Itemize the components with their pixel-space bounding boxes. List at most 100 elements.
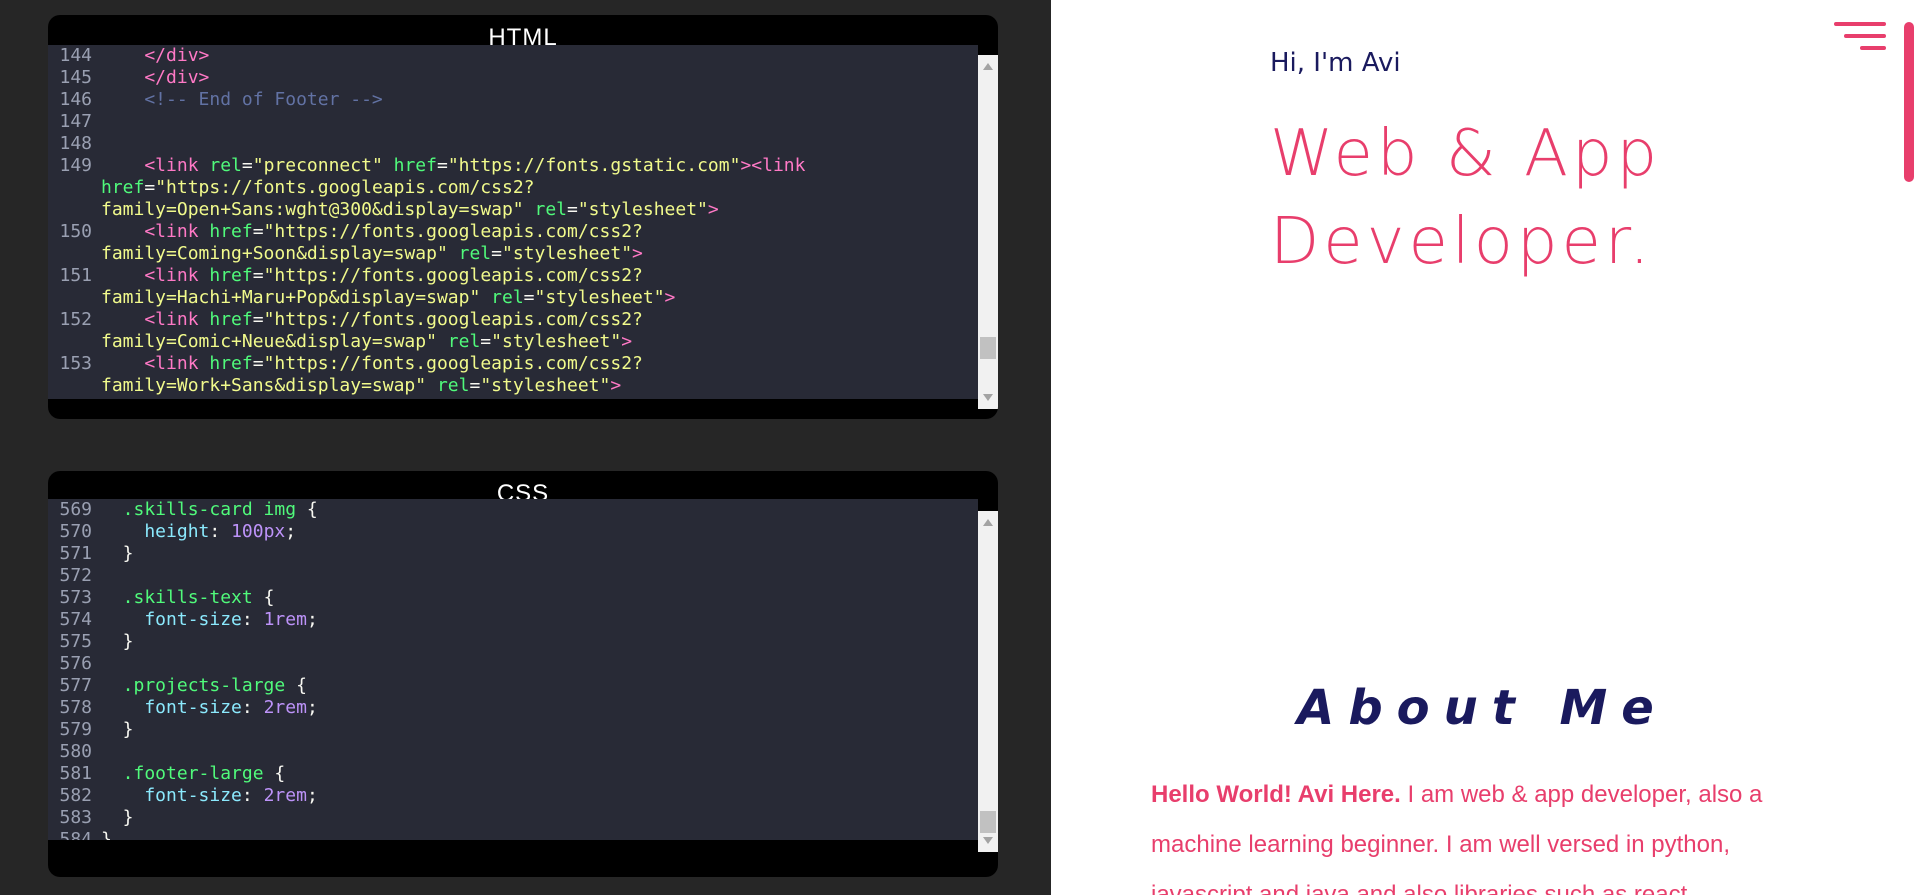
code-token: 2rem: [263, 785, 307, 806]
code-token: font-size: [101, 785, 242, 806]
scroll-thumb[interactable]: [980, 337, 996, 359]
css-code-area[interactable]: 569 .skills-card img {570 height: 100px;…: [48, 499, 978, 840]
line-text: <link href="https://fonts.googleapis.com…: [101, 353, 643, 375]
code-token: =: [567, 199, 578, 220]
line-text: <link rel="preconnect" href="https://fon…: [101, 155, 805, 177]
hero-headline: Web & App Developer.: [1270, 110, 1661, 286]
code-token: "preconnect": [252, 155, 394, 176]
code-line: 582 font-size: 2rem;: [48, 785, 978, 807]
line-text: }: [101, 719, 134, 741]
line-text: }: [101, 807, 134, 829]
code-line: 579 }: [48, 719, 978, 741]
code-token: ;: [306, 609, 318, 630]
css-scrollbar[interactable]: [978, 511, 998, 852]
code-line: 576: [48, 653, 978, 675]
line-text: family=Open+Sans:wght@300&display=swap" …: [101, 199, 719, 221]
code-line: 573 .skills-text {: [48, 587, 978, 609]
line-number: 578: [59, 697, 92, 718]
line-number: 148: [59, 133, 92, 154]
code-token: "https://fonts.googleapis.com/css2?: [263, 353, 643, 374]
html-code-area[interactable]: 144 </div> 145 </div> 146 <!-- End of Foot…: [48, 45, 978, 399]
code-token: >: [707, 199, 719, 220]
code-token: rel: [436, 375, 470, 396]
page-scrollbar[interactable]: [1904, 22, 1914, 182]
code-token: =: [480, 331, 492, 352]
line-number: 150: [59, 221, 92, 242]
line-number: 570: [59, 521, 92, 542]
scroll-down-arrow-icon[interactable]: [983, 837, 993, 844]
editor-area: HTML 144 </div> 145 </div> 146 <!-- End of…: [0, 0, 1051, 895]
line-text: family=Comic+Neue&display=swap" rel="sty…: [101, 331, 632, 353]
code-token: :: [241, 785, 264, 806]
code-token: =: [523, 287, 535, 308]
code-token: =: [491, 243, 502, 264]
code-token: "stylesheet": [577, 199, 708, 220]
hamburger-menu-icon[interactable]: [1830, 22, 1886, 54]
code-token: "https://fonts.googleapis.com/css2?: [263, 265, 643, 286]
line-number: 576: [59, 653, 92, 674]
code-token: =: [252, 309, 264, 330]
code-line: 584}: [48, 829, 978, 840]
code-line: 145 </div>: [48, 67, 978, 89]
line-text: font-size: 1rem;: [101, 609, 318, 631]
code-token: rel: [458, 243, 492, 264]
hero-greeting: Hi, I'm Avi: [1270, 48, 1401, 78]
line-number: 581: [59, 763, 92, 784]
code-line: 570 height: 100px;: [48, 521, 978, 543]
code-token: family=Coming+Soon&display=swap": [101, 243, 459, 264]
code-token: "https://fonts.googleapis.com/css2?: [263, 309, 643, 330]
code-line: 569 .skills-card img {: [48, 499, 978, 521]
code-token: {: [296, 675, 307, 696]
code-token: "stylesheet": [491, 331, 622, 352]
about-bold-intro: Hello World! Avi Here.: [1151, 781, 1401, 808]
scroll-down-arrow-icon[interactable]: [983, 394, 993, 401]
line-number: 582: [59, 785, 92, 806]
line-text: font-size: 2rem;: [101, 785, 318, 807]
code-token: rel: [491, 287, 524, 308]
code-token: }: [101, 829, 112, 840]
line-text: font-size: 2rem;: [101, 697, 317, 719]
code-line: href="https://fonts.googleapis.com/css2?: [48, 177, 978, 199]
scroll-up-arrow-icon[interactable]: [983, 63, 993, 70]
code-token: :: [241, 609, 264, 630]
code-token: rel: [209, 155, 242, 176]
line-number: 145: [59, 67, 92, 88]
code-token: >: [632, 243, 643, 264]
scroll-up-arrow-icon[interactable]: [983, 519, 993, 526]
code-token: }: [101, 543, 134, 564]
code-token: 100px: [231, 521, 286, 542]
code-token: 2rem: [263, 697, 307, 718]
code-line: 146 <!-- End of Footer -->: [48, 89, 978, 111]
code-token: .footer-large: [101, 763, 275, 784]
code-token: =: [469, 375, 481, 396]
code-token: "stylesheet": [534, 287, 665, 308]
html-scrollbar[interactable]: [978, 55, 998, 409]
scroll-thumb[interactable]: [980, 811, 996, 833]
code-token: href: [209, 265, 253, 286]
code-token: <link: [101, 353, 210, 374]
line-text: .skills-card img {: [101, 499, 318, 521]
code-token: family=Comic+Neue&display=swap": [101, 331, 448, 352]
line-text: <!-- End of Footer -->: [101, 89, 383, 111]
about-title: About Me: [1297, 680, 1668, 736]
line-text: .footer-large {: [101, 763, 286, 785]
code-token: ;: [306, 785, 318, 806]
code-line: 571 }: [48, 543, 978, 565]
line-text: href="https://fonts.googleapis.com/css2?: [101, 177, 535, 199]
code-token: =: [252, 265, 264, 286]
line-text: <link href="https://fonts.googleapis.com…: [101, 309, 643, 331]
line-text: family=Coming+Soon&display=swap" rel="st…: [101, 243, 643, 265]
code-token: family=Open+Sans:wght@300&display=swap": [101, 199, 535, 220]
code-token: {: [263, 587, 275, 608]
line-number: 151: [59, 265, 92, 286]
code-token: >: [664, 287, 676, 308]
code-token: <!-- End of Footer -->: [101, 89, 383, 110]
line-text: family=Hachi+Maru+Pop&display=swap" rel=…: [101, 287, 675, 309]
code-token: =: [144, 177, 156, 198]
code-line: 151 <link href="https://fonts.googleapis…: [48, 265, 978, 287]
headline-line-1: Web & App: [1270, 117, 1662, 191]
code-token: "https://fonts.googleapis.com/css2?: [155, 177, 535, 198]
code-line: 152 <link href="https://fonts.googleapis…: [48, 309, 978, 331]
code-token: }: [101, 807, 134, 828]
code-line: 575 }: [48, 631, 978, 653]
